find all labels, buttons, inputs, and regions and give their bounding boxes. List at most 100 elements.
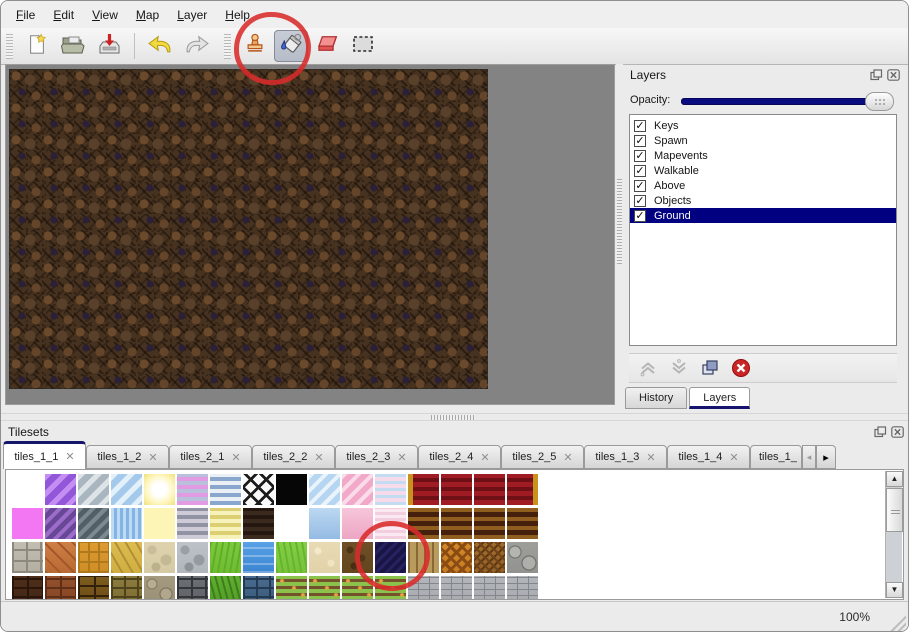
palette-tile-r2-c12[interactable] bbox=[408, 542, 439, 573]
palette-tile-r2-c15[interactable] bbox=[507, 542, 538, 573]
palette-tile-r0-c2[interactable] bbox=[78, 474, 109, 505]
palette-tile-r3-c3[interactable] bbox=[111, 576, 142, 600]
toolbar-drag-handle[interactable] bbox=[6, 33, 13, 59]
rect-select-tool-button[interactable] bbox=[346, 30, 380, 62]
new-map-button[interactable] bbox=[20, 30, 54, 62]
palette-tile-r0-c12[interactable] bbox=[408, 474, 439, 505]
tileset-tab-tiles_1_4[interactable]: tiles_1_4✕ bbox=[667, 445, 750, 469]
window-resize-grip[interactable] bbox=[889, 614, 906, 631]
palette-tile-r0-c10[interactable] bbox=[342, 474, 373, 505]
palette-tile-r1-c7[interactable] bbox=[243, 508, 274, 539]
layer-row-spawn[interactable]: ✓Spawn bbox=[630, 133, 896, 148]
palette-tile-r3-c1[interactable] bbox=[45, 576, 76, 600]
palette-tile-r2-c2[interactable] bbox=[78, 542, 109, 573]
layer-row-walkable[interactable]: ✓Walkable bbox=[630, 163, 896, 178]
palette-tile-r3-c8[interactable] bbox=[276, 576, 307, 600]
panel-tab-layers[interactable]: Layers bbox=[689, 387, 750, 409]
palette-tile-r2-c14[interactable] bbox=[474, 542, 505, 573]
palette-tile-r0-c8[interactable] bbox=[276, 474, 307, 505]
close-tab-icon[interactable]: ✕ bbox=[231, 451, 240, 464]
palette-tile-r2-c4[interactable] bbox=[144, 542, 175, 573]
vertical-splitter[interactable] bbox=[616, 64, 623, 405]
tileset-tab-tiles_1_[interactable]: tiles_1_ bbox=[750, 445, 802, 469]
palette-tile-r3-c7[interactable] bbox=[243, 576, 274, 600]
palette-tile-r2-c0[interactable] bbox=[12, 542, 43, 573]
menu-view[interactable]: View bbox=[83, 4, 127, 26]
close-tab-icon[interactable]: ✕ bbox=[397, 451, 406, 464]
palette-tile-r0-c1[interactable] bbox=[45, 474, 76, 505]
palette-tile-r3-c9[interactable] bbox=[309, 576, 340, 600]
save-map-button[interactable] bbox=[92, 30, 126, 62]
palette-tile-r0-c4[interactable] bbox=[144, 474, 175, 505]
palette-tile-r3-c0[interactable] bbox=[12, 576, 43, 600]
palette-tile-r3-c5[interactable] bbox=[177, 576, 208, 600]
scroll-down-button[interactable]: ▼ bbox=[886, 582, 903, 598]
float-panel-icon[interactable] bbox=[869, 68, 883, 81]
menu-layer[interactable]: Layer bbox=[168, 4, 216, 26]
tileset-tab-tiles_2_1[interactable]: tiles_2_1✕ bbox=[169, 445, 252, 469]
palette-tile-r0-c11[interactable] bbox=[375, 474, 406, 505]
palette-tile-r1-c8[interactable] bbox=[276, 508, 307, 539]
stamp-tool-button[interactable] bbox=[238, 30, 272, 62]
palette-tile-r3-c12[interactable] bbox=[408, 576, 439, 600]
palette-tile-r2-c9[interactable] bbox=[309, 542, 340, 573]
palette-tile-r3-c10[interactable] bbox=[342, 576, 373, 600]
layer-row-ground[interactable]: ✓Ground bbox=[630, 208, 896, 223]
menu-file[interactable]: File bbox=[7, 4, 44, 26]
layer-row-objects[interactable]: ✓Objects bbox=[630, 193, 896, 208]
palette-tile-r2-c8[interactable] bbox=[276, 542, 307, 573]
palette-tile-r1-c12[interactable] bbox=[408, 508, 439, 539]
close-tab-icon[interactable]: ✕ bbox=[65, 450, 74, 463]
scrollbar-thumb[interactable] bbox=[886, 488, 903, 532]
palette-tile-r1-c10[interactable] bbox=[342, 508, 373, 539]
tab-scroll-left-button[interactable]: ◂ bbox=[802, 445, 816, 469]
palette-tile-r2-c3[interactable] bbox=[111, 542, 142, 573]
lower-layer-button[interactable] bbox=[668, 358, 690, 378]
palette-tile-r0-c7[interactable] bbox=[243, 474, 274, 505]
tileset-tab-tiles_2_2[interactable]: tiles_2_2✕ bbox=[252, 445, 335, 469]
close-tab-icon[interactable]: ✕ bbox=[314, 451, 323, 464]
opacity-slider-handle[interactable] bbox=[865, 92, 894, 111]
close-tab-icon[interactable]: ✕ bbox=[563, 451, 572, 464]
palette-tile-r0-c3[interactable] bbox=[111, 474, 142, 505]
palette-tile-r1-c4[interactable] bbox=[144, 508, 175, 539]
close-tab-icon[interactable]: ✕ bbox=[729, 451, 738, 464]
layer-row-above[interactable]: ✓Above bbox=[630, 178, 896, 193]
layer-visibility-checkbox[interactable]: ✓ bbox=[634, 180, 646, 192]
palette-tile-r0-c15[interactable] bbox=[507, 474, 538, 505]
palette-tile-r0-c13[interactable] bbox=[441, 474, 472, 505]
palette-tile-r1-c15[interactable] bbox=[507, 508, 538, 539]
scroll-up-button[interactable]: ▲ bbox=[886, 471, 903, 487]
panel-tab-history[interactable]: History bbox=[625, 387, 687, 409]
palette-tile-r3-c11[interactable] bbox=[375, 576, 406, 600]
delete-layer-button[interactable] bbox=[730, 358, 752, 378]
raise-layer-button[interactable] bbox=[637, 358, 659, 378]
tileset-tab-tiles_1_2[interactable]: tiles_1_2✕ bbox=[86, 445, 169, 469]
palette-tile-r2-c11[interactable] bbox=[375, 542, 406, 573]
palette-tile-r1-c2[interactable] bbox=[78, 508, 109, 539]
undo-button[interactable] bbox=[143, 30, 177, 62]
menu-map[interactable]: Map bbox=[127, 4, 168, 26]
layer-visibility-checkbox[interactable]: ✓ bbox=[634, 210, 646, 222]
tileset-tab-tiles_2_3[interactable]: tiles_2_3✕ bbox=[335, 445, 418, 469]
layer-visibility-checkbox[interactable]: ✓ bbox=[634, 135, 646, 147]
tileset-tab-tiles_1_3[interactable]: tiles_1_3✕ bbox=[584, 445, 667, 469]
palette-tile-r1-c13[interactable] bbox=[441, 508, 472, 539]
palette-tile-r1-c6[interactable] bbox=[210, 508, 241, 539]
palette-tile-r1-c3[interactable] bbox=[111, 508, 142, 539]
open-map-button[interactable] bbox=[56, 30, 90, 62]
palette-tile-r2-c1[interactable] bbox=[45, 542, 76, 573]
tileset-tab-tiles_2_5[interactable]: tiles_2_5✕ bbox=[501, 445, 584, 469]
map-canvas[interactable] bbox=[9, 69, 488, 389]
palette-tile-r0-c5[interactable] bbox=[177, 474, 208, 505]
palette-tile-r2-c5[interactable] bbox=[177, 542, 208, 573]
palette-tile-r3-c13[interactable] bbox=[441, 576, 472, 600]
palette-tile-r1-c11[interactable] bbox=[375, 508, 406, 539]
palette-tile-r0-c0[interactable] bbox=[12, 474, 43, 505]
palette-tile-r1-c1[interactable] bbox=[45, 508, 76, 539]
palette-tile-r3-c14[interactable] bbox=[474, 576, 505, 600]
layer-visibility-checkbox[interactable]: ✓ bbox=[634, 150, 646, 162]
tileset-tab-tiles_1_1[interactable]: tiles_1_1✕ bbox=[3, 441, 86, 469]
tab-scroll-right-button[interactable]: ▸ bbox=[816, 445, 836, 469]
float-tilesets-panel-icon[interactable] bbox=[873, 425, 887, 438]
